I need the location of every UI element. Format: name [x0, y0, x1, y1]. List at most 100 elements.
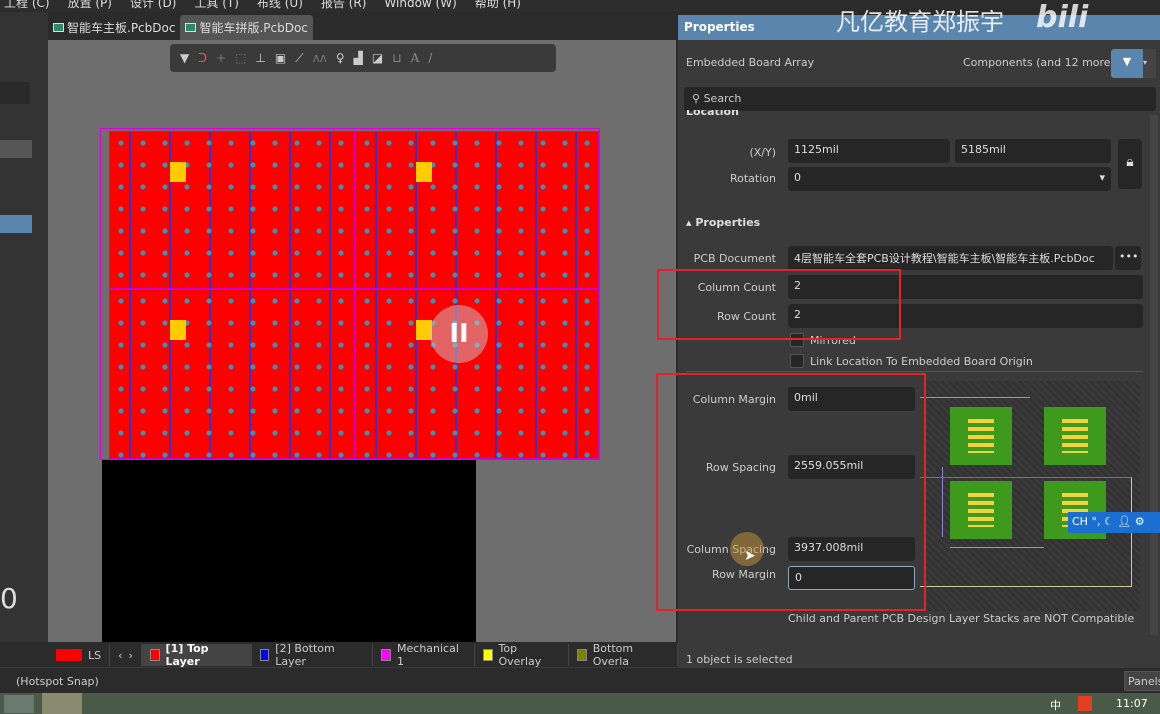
menu-bar: 工程 (C) 放置 (P) 设计 (D) 工具 (T) 布线 (U) 报告 (R… — [0, 0, 680, 12]
watermark: 凡亿教育郑振宇 — [836, 8, 1004, 36]
line-icon[interactable]: / — [428, 51, 432, 65]
text-icon[interactable]: A — [411, 51, 420, 65]
layer-color-swatch — [149, 649, 160, 661]
panels-button[interactable]: Panels — [1124, 671, 1160, 691]
divider — [686, 371, 1143, 372]
link-location-checkbox[interactable] — [790, 354, 804, 368]
polygon-icon[interactable]: ▟ — [354, 51, 363, 65]
layer-color-swatch — [482, 649, 493, 661]
layer-color-swatch — [381, 649, 392, 661]
panel-item[interactable] — [0, 140, 32, 158]
menu-item[interactable]: 布线 (U) — [257, 0, 303, 12]
y-field[interactable]: 5185mil — [955, 139, 1111, 163]
layer-label: [1] Top Layer — [165, 642, 209, 668]
component-icon[interactable]: ▣ — [275, 51, 286, 65]
layer-label: [2] Bottom Layer — [275, 642, 335, 668]
layer-tab-top[interactable]: [1] Top Layer — [141, 642, 252, 668]
readout: 0 — [0, 582, 18, 615]
embedded-board[interactable] — [109, 131, 355, 289]
search-input[interactable]: ⚲ Search — [684, 87, 1156, 111]
taskbar-app[interactable] — [42, 693, 82, 714]
route-icon[interactable]: ⟋ — [295, 51, 303, 66]
via-icon[interactable]: ♀ — [336, 51, 345, 65]
board-array-outline[interactable] — [100, 128, 600, 460]
section-title: Properties — [695, 216, 761, 229]
menu-item[interactable]: 设计 (D) — [130, 0, 176, 12]
menu-item[interactable]: 报告 (R) — [321, 0, 367, 12]
ime-toolbar[interactable]: CH °, ☾ 👤︎ ⚙ — [1068, 512, 1160, 533]
menu-item[interactable]: 工具 (T) — [194, 0, 239, 12]
layer-set-button[interactable]: LS — [48, 644, 111, 666]
chevron-left-icon[interactable]: ‹ — [118, 649, 122, 662]
embedded-board[interactable] — [355, 131, 599, 289]
rotation-select[interactable]: 0 ▾ — [788, 167, 1111, 191]
panel-item-selected[interactable] — [0, 215, 32, 233]
board-region-black — [102, 460, 476, 642]
link-location-label: Link Location To Embedded Board Origin — [810, 355, 1033, 368]
embedded-board[interactable] — [109, 289, 355, 459]
location-section-header[interactable]: Location — [686, 110, 739, 120]
filter-icon[interactable]: ▼ — [180, 51, 189, 65]
menu-item[interactable]: Window (W) — [384, 0, 456, 12]
chevron-down-icon: ▾ — [1099, 171, 1105, 184]
sogou-icon[interactable] — [1078, 696, 1092, 711]
properties-section-header[interactable]: ▴ Properties — [686, 216, 760, 229]
layer-tab-bottom[interactable]: [2] Bottom Layer — [252, 642, 374, 668]
search-placeholder: Search — [703, 92, 742, 105]
status-bar: (Hotspot Snap) Panels — [0, 667, 1160, 693]
rotation-value: 0 — [794, 171, 801, 184]
layer-scroll-buttons[interactable]: ‹ › — [110, 644, 142, 666]
selection-status: 1 object is selected — [686, 653, 793, 666]
ime-mode[interactable]: CH °, — [1072, 515, 1100, 528]
scrollbar[interactable] — [1150, 115, 1158, 635]
align-icon[interactable]: ⊥ — [255, 51, 265, 65]
magnet-icon[interactable]: ᑐ — [198, 51, 207, 65]
filter-summary: Components (and 12 more) — [963, 56, 1115, 69]
document-tabs: 智能车主板.PcbDoc 智能车拼版.PcbDoc — [48, 15, 680, 40]
diagram-board — [950, 407, 1012, 465]
rect-select-icon[interactable]: ⬚ — [235, 51, 246, 65]
active-bar: ▼ ᑐ + ⬚ ⊥ ▣ ⟋ ʌʌ ♀ ▟ ◪ ⊔ A / — [170, 44, 556, 72]
menu-item[interactable]: 放置 (P) — [68, 0, 112, 12]
object-type: Embedded Board Array — [686, 56, 815, 69]
filter-icon[interactable]: ▼ — [1111, 49, 1143, 78]
ime-indicator[interactable]: 中 — [1050, 697, 1061, 713]
column-margin-arrow — [920, 397, 1030, 398]
filter-dropdown-icon[interactable]: ▾ — [1143, 49, 1156, 78]
menu-item[interactable]: 帮助 (H) — [475, 0, 521, 12]
layer-color-swatch — [259, 649, 270, 661]
layer-label: Bottom Overla — [592, 642, 634, 668]
highlight-box-spacing — [656, 373, 926, 611]
clock[interactable]: 11:07 — [1116, 697, 1148, 710]
menu-item[interactable]: 工程 (C) — [4, 0, 50, 12]
moon-icon[interactable]: ☾ — [1104, 515, 1114, 528]
panel-field[interactable] — [0, 82, 30, 104]
tab-panel-board[interactable]: 智能车拼版.PcbDoc — [180, 15, 313, 40]
pause-icon[interactable]: II — [430, 305, 488, 363]
x-field[interactable]: 1125mil — [788, 139, 950, 163]
pcb-document-field[interactable]: 4层智能车全套PCB设计教程\智能车主板\智能车主板.PcbDoc — [788, 246, 1113, 270]
layer-tab-mechanical-1[interactable]: Mechanical 1 — [373, 642, 475, 668]
logo-icon — [170, 162, 186, 182]
ls-label: LS — [88, 648, 102, 662]
user-icon[interactable]: 👤︎ — [1117, 515, 1131, 528]
layer-tab-bottom-overlay[interactable]: Bottom Overla — [569, 642, 678, 668]
pcb-doc-icon — [53, 23, 64, 32]
browse-button[interactable]: ••• — [1115, 246, 1141, 270]
layer-tab-top-overlay[interactable]: Top Overlay — [475, 642, 570, 668]
taskbar: 中 11:07 — [0, 693, 1160, 714]
search-icon: ⚲ — [692, 92, 701, 105]
gear-icon[interactable]: ⚙ — [1135, 515, 1145, 528]
layer-label: Mechanical 1 — [397, 642, 459, 668]
diff-pair-icon[interactable]: ʌʌ — [313, 51, 327, 65]
start-button[interactable] — [4, 695, 34, 713]
region-icon[interactable]: ◪ — [372, 51, 383, 65]
pcb-doc-icon — [185, 23, 197, 32]
keepout-icon[interactable]: ⊔ — [392, 51, 401, 65]
chevron-right-icon[interactable]: › — [129, 649, 133, 662]
logo-icon — [170, 320, 186, 340]
tab-main-board[interactable]: 智能车主板.PcbDoc — [48, 15, 180, 40]
lock-icon[interactable]: 🔒︎ — [1118, 139, 1142, 189]
cross-icon[interactable]: + — [216, 51, 226, 65]
logo-icon — [416, 162, 432, 182]
